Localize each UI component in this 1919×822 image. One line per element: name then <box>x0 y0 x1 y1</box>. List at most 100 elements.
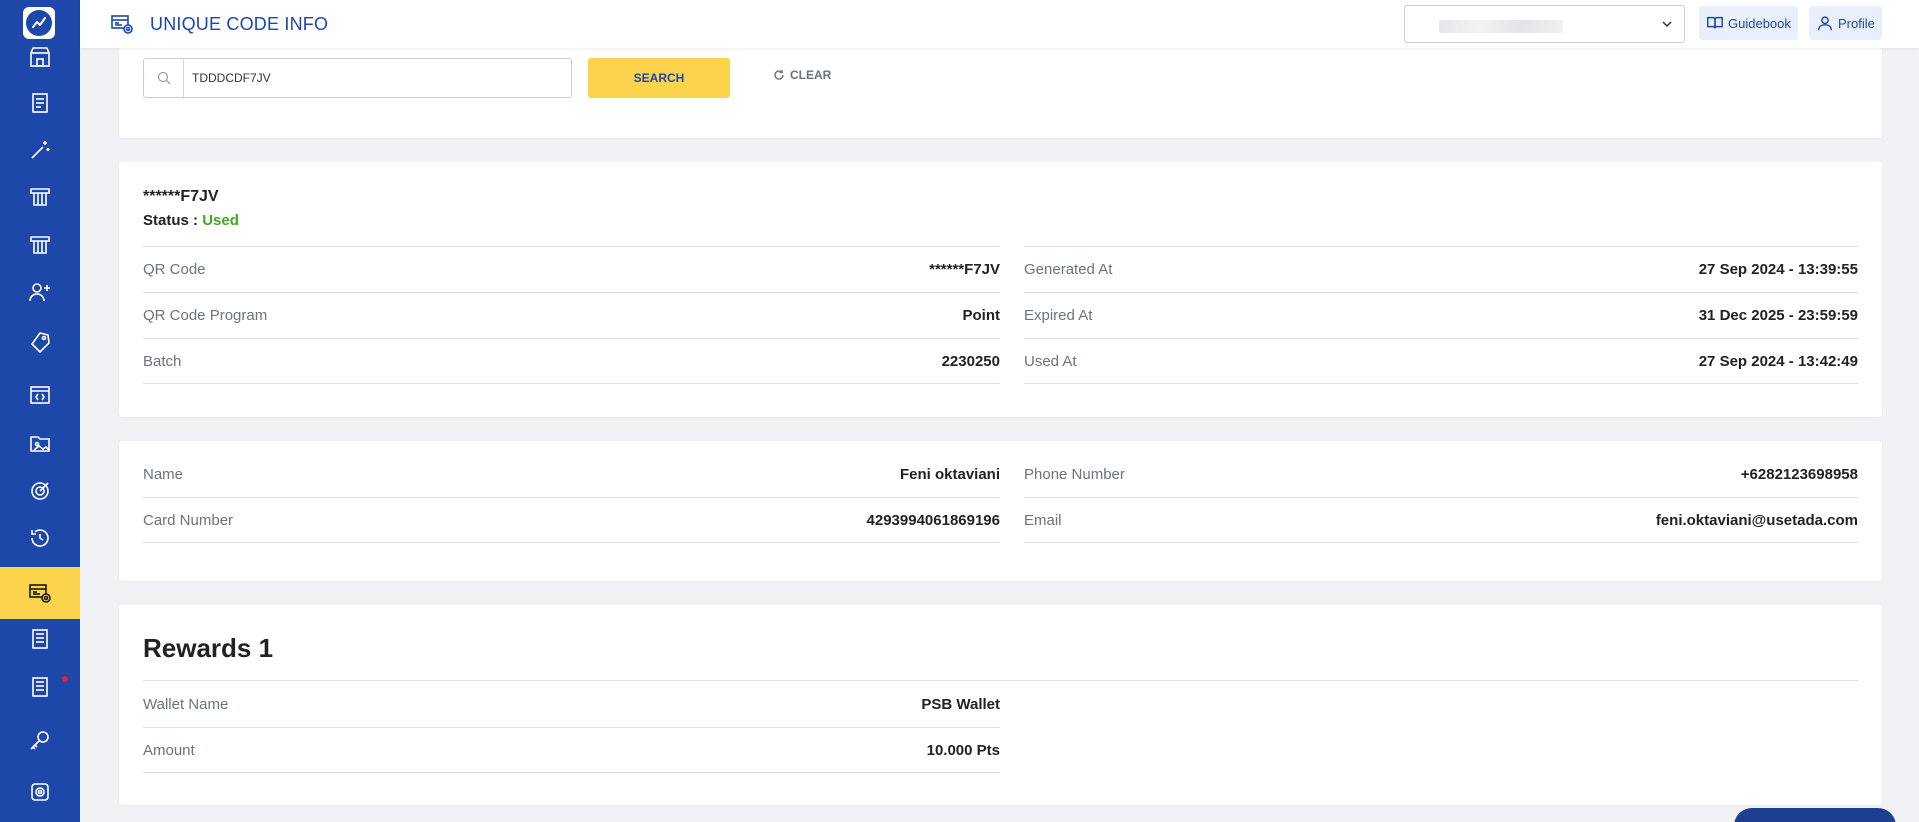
voucher-alt-icon <box>30 236 50 254</box>
search-input[interactable] <box>192 68 562 88</box>
detail-label: Phone Number <box>1024 465 1125 483</box>
history-icon <box>31 529 49 547</box>
guidebook-button[interactable]: Guidebook <box>1699 6 1798 40</box>
floating-help-button[interactable] <box>1734 808 1896 822</box>
detail-label: Expired At <box>1024 307 1093 324</box>
sidebar-item-code[interactable] <box>0 371 80 419</box>
detail-label: QR Code <box>143 261 206 278</box>
qr-code-info-icon <box>29 584 51 603</box>
detail-value: 2230250 <box>941 352 1000 370</box>
target-icon <box>31 482 49 500</box>
sidebar-item-settings[interactable] <box>0 768 80 816</box>
settings-icon <box>31 783 49 801</box>
store-icon <box>30 47 50 67</box>
sidebar-item-target[interactable] <box>0 467 80 515</box>
guidebook-label: Guidebook <box>1728 15 1791 31</box>
sidebar-item-report[interactable] <box>0 615 80 663</box>
top-header: UNIQUE CODE INFO Guidebook Profile <box>80 0 1919 48</box>
detail-value: Point <box>962 307 1001 324</box>
profile-label: Profile <box>1838 15 1875 31</box>
detail-row-name: Name Feni oktaviani <box>143 451 1000 497</box>
code-window-icon <box>30 386 50 404</box>
search-icon <box>144 59 184 97</box>
sidebar-item-tag[interactable] <box>0 318 80 366</box>
sidebar-item-gallery[interactable] <box>0 419 80 467</box>
detail-value: feni.oktaviani@usetada.com <box>1655 511 1858 529</box>
sidebar-item-receipt[interactable] <box>0 79 80 127</box>
detail-row-used-at: Used At 27 Sep 2024 - 13:42:49 <box>1024 338 1858 384</box>
search-button[interactable]: SEARCH <box>588 58 730 98</box>
report-alt-icon <box>32 677 48 697</box>
detail-label: Amount <box>143 741 195 759</box>
detail-row-email: Email feni.oktaviani@usetada.com <box>1024 497 1858 543</box>
sidebar <box>0 0 80 822</box>
clear-label: CLEAR <box>790 68 832 82</box>
detail-value: ******F7JV <box>929 261 1000 278</box>
search-card: SEARCH CLEAR <box>119 48 1882 138</box>
detail-label: Generated At <box>1024 261 1113 278</box>
detail-value: +6282123698958 <box>1740 465 1858 483</box>
receipt-icon <box>32 93 48 113</box>
clear-button[interactable]: CLEAR <box>773 68 831 82</box>
profile-button[interactable]: Profile <box>1809 6 1882 40</box>
sidebar-item-magic[interactable] <box>0 126 80 174</box>
detail-row-qr-code: QR Code ******F7JV <box>143 246 1000 292</box>
detail-row-expired-at: Expired At 31 Dec 2025 - 23:59:59 <box>1024 292 1858 338</box>
user-icon <box>1817 16 1833 31</box>
detail-label: Email <box>1024 511 1062 529</box>
sidebar-item-history[interactable] <box>0 514 80 562</box>
chart-logo-icon <box>26 10 52 36</box>
status-badge: Used <box>202 212 239 229</box>
detail-value: 31 Dec 2025 - 23:59:59 <box>1698 307 1858 324</box>
status-label: Status : <box>143 212 203 229</box>
detail-label: Batch <box>143 352 182 370</box>
add-user-icon <box>29 283 50 302</box>
chevron-down-icon <box>1662 21 1672 28</box>
detail-value: Feni oktaviani <box>899 465 1000 483</box>
detail-label: Card Number <box>143 511 234 529</box>
sidebar-item-voucher-alt[interactable] <box>0 221 80 269</box>
merchant-select-value <box>1439 20 1563 33</box>
detail-label: Wallet Name <box>143 695 229 713</box>
sidebar-item-unique-code[interactable] <box>0 567 80 619</box>
detail-value: PSB Wallet <box>921 695 1000 713</box>
masked-code-title: ******F7JV <box>143 188 219 205</box>
detail-label: Name <box>143 465 184 483</box>
notification-dot <box>62 676 68 682</box>
detail-row-phone: Phone Number +6282123698958 <box>1024 451 1858 497</box>
sidebar-item-key[interactable] <box>0 716 80 764</box>
status-line: Status : Used <box>143 212 239 229</box>
report-icon <box>32 629 48 649</box>
detail-value: 27 Sep 2024 - 13:39:55 <box>1698 261 1858 278</box>
detail-row-wallet-name: Wallet Name PSB Wallet <box>143 681 1000 727</box>
rewards-card: Rewards 1 Wallet Name PSB Wallet Amount … <box>119 605 1882 805</box>
detail-value: 10.000 Pts <box>926 741 1000 759</box>
detail-row-card-number: Card Number 4293994061869196 <box>143 497 1000 543</box>
magic-wand-icon <box>31 141 50 159</box>
detail-label: Used At <box>1024 352 1077 370</box>
image-folder-icon <box>30 436 50 452</box>
voucher-icon <box>30 188 50 206</box>
merchant-select[interactable] <box>1404 5 1685 43</box>
detail-value: 27 Sep 2024 - 13:42:49 <box>1698 352 1858 370</box>
detail-row-qr-program: QR Code Program Point <box>143 292 1000 338</box>
detail-row-generated-at: Generated At 27 Sep 2024 - 13:39:55 <box>1024 246 1858 292</box>
rewards-title: Rewards 1 <box>143 633 274 663</box>
qr-code-info-icon <box>111 15 133 34</box>
app-logo[interactable] <box>23 7 55 39</box>
book-icon <box>1707 16 1723 29</box>
search-field[interactable] <box>143 58 572 98</box>
detail-value: 4293994061869196 <box>866 511 1000 529</box>
refresh-icon <box>774 70 784 80</box>
key-icon <box>30 731 49 750</box>
sidebar-item-store[interactable] <box>0 36 80 78</box>
sidebar-item-report-alt[interactable] <box>0 663 80 711</box>
code-info-card: ******F7JV Status : Used QR Code ******F… <box>119 162 1882 417</box>
detail-row-batch: Batch 2230250 <box>143 338 1000 384</box>
page-title: UNIQUE CODE INFO <box>150 14 329 34</box>
user-info-card: Name Feni oktaviani Card Number 42939940… <box>119 441 1882 581</box>
tag-icon <box>30 332 50 354</box>
detail-row-amount: Amount 10.000 Pts <box>143 727 1000 773</box>
sidebar-item-voucher[interactable] <box>0 173 80 221</box>
sidebar-item-add-user[interactable] <box>0 268 80 316</box>
